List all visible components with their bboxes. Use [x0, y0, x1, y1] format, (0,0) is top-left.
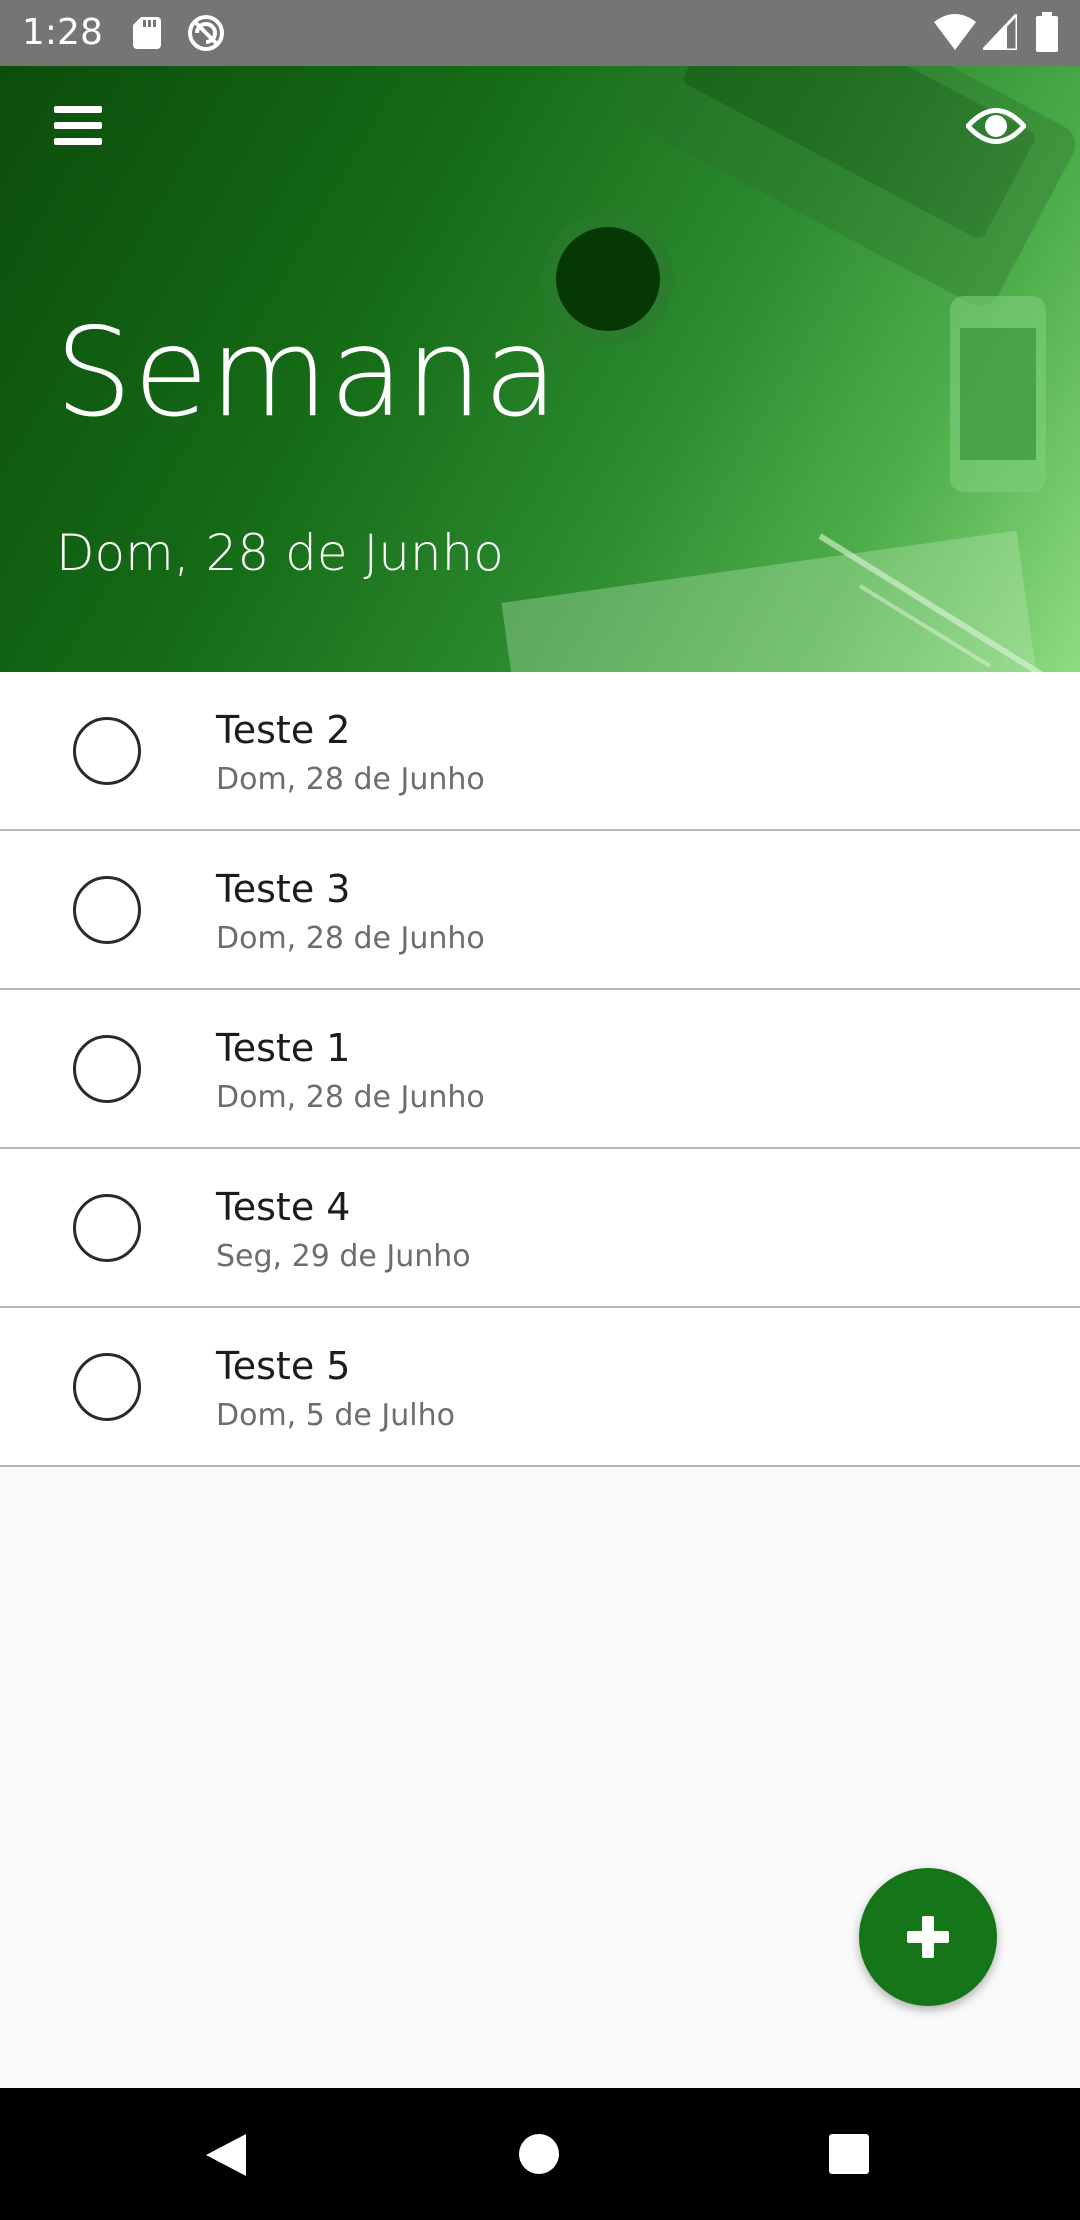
add-task-button[interactable]	[859, 1868, 997, 2006]
task-row[interactable]: Teste 4 Seg, 29 de Junho	[0, 1149, 1080, 1308]
task-name: Teste 3	[216, 867, 351, 911]
task-date: Dom, 28 de Junho	[216, 1080, 485, 1115]
sync-icon	[188, 15, 224, 51]
task-checkbox[interactable]	[73, 1035, 141, 1103]
recents-icon[interactable]	[829, 2134, 869, 2174]
task-list: Teste 2 Dom, 28 de Junho Teste 3 Dom, 28…	[0, 672, 1080, 1467]
wifi-icon	[934, 14, 976, 50]
sd-card-icon	[133, 17, 161, 49]
eye-icon[interactable]	[966, 101, 1026, 151]
status-time: 1:28	[22, 12, 103, 53]
home-icon[interactable]	[519, 2134, 559, 2174]
task-name: Teste 4	[216, 1185, 351, 1229]
header-date: Dom, 28 de Junho	[56, 524, 504, 582]
task-name: Teste 5	[216, 1344, 351, 1388]
task-date: Dom, 28 de Junho	[216, 921, 485, 956]
task-name: Teste 2	[216, 708, 351, 752]
task-date: Seg, 29 de Junho	[216, 1239, 471, 1274]
task-checkbox[interactable]	[73, 1353, 141, 1421]
battery-icon	[1036, 12, 1058, 52]
system-nav-bar	[0, 2088, 1080, 2220]
task-row[interactable]: Teste 2 Dom, 28 de Junho	[0, 672, 1080, 831]
task-checkbox[interactable]	[73, 876, 141, 944]
task-row[interactable]: Teste 1 Dom, 28 de Junho	[0, 990, 1080, 1149]
plus-icon	[907, 1916, 949, 1958]
task-checkbox[interactable]	[73, 1194, 141, 1262]
status-bar: 1:28	[0, 0, 1080, 66]
task-name: Teste 1	[216, 1026, 351, 1070]
menu-icon[interactable]	[52, 100, 104, 152]
back-icon[interactable]	[204, 2132, 248, 2178]
header-banner: Semana Dom, 28 de Junho	[0, 66, 1080, 672]
task-row[interactable]: Teste 3 Dom, 28 de Junho	[0, 831, 1080, 990]
task-row[interactable]: Teste 5 Dom, 5 de Julho	[0, 1308, 1080, 1467]
page-title: Semana	[55, 302, 560, 444]
task-checkbox[interactable]	[73, 717, 141, 785]
task-date: Dom, 5 de Julho	[216, 1398, 455, 1433]
cell-signal-icon	[983, 14, 1017, 50]
task-date: Dom, 28 de Junho	[216, 762, 485, 797]
